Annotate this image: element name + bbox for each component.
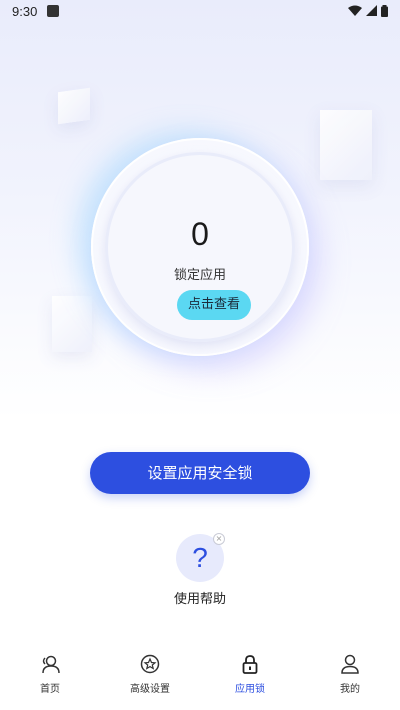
tab-label: 首页 — [40, 684, 60, 695]
set-app-lock-button[interactable]: 设置应用安全锁 — [90, 452, 310, 494]
bottom-tab-bar: 首页 高级设置 应用锁 我的 — [0, 640, 400, 710]
help-label: 使用帮助 — [173, 592, 226, 607]
locked-apps-label: 锁定应用 — [173, 268, 226, 283]
person-icon — [341, 654, 359, 674]
star-circle-icon — [140, 654, 160, 674]
tab-profile[interactable]: 我的 — [300, 640, 400, 710]
tab-home[interactable]: 首页 — [0, 640, 100, 710]
status-time: 9:30 — [12, 3, 38, 19]
tab-advanced-settings[interactable]: 高级设置 — [100, 640, 200, 710]
close-icon[interactable]: × — [213, 533, 225, 545]
locked-apps-ring: 0 锁定应用 点击查看 — [91, 138, 309, 356]
status-bar: 9:30 — [0, 0, 400, 22]
decorative-cube — [58, 87, 90, 125]
decorative-cube — [320, 110, 372, 180]
locked-apps-count: 0 — [191, 216, 209, 252]
view-locked-apps-button[interactable]: 点击查看 — [177, 290, 251, 320]
decorative-cube — [52, 296, 92, 352]
help-widget[interactable]: ? × 使用帮助 — [170, 533, 230, 607]
tab-app-lock[interactable]: 应用锁 — [200, 640, 300, 710]
tab-label: 我的 — [340, 684, 360, 695]
people-icon — [42, 655, 60, 674]
signal-icon — [366, 5, 377, 16]
status-icons — [348, 5, 388, 17]
tab-label: 高级设置 — [130, 684, 170, 695]
tab-label: 应用锁 — [235, 684, 265, 695]
lock-icon — [242, 655, 258, 674]
locked-apps-inner: 0 锁定应用 点击查看 — [105, 152, 295, 342]
battery-icon — [381, 5, 388, 17]
wifi-icon — [348, 5, 362, 16]
notification-icon — [47, 5, 60, 17]
